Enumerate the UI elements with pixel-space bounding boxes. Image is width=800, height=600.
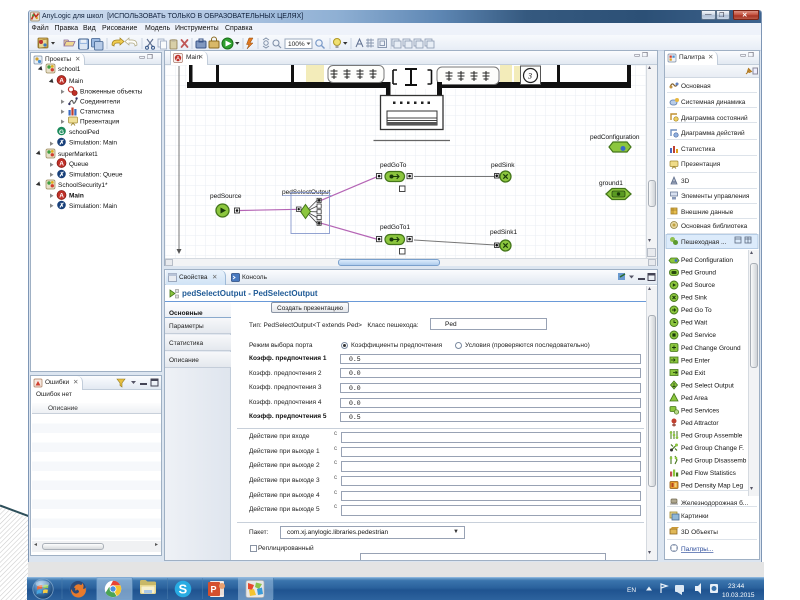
- svg-text:S: S: [179, 582, 188, 597]
- svg-text:Ped Ground: Ped Ground: [681, 270, 716, 277]
- svg-text:school1: school1: [58, 66, 81, 73]
- svg-text:Вложенные объекты: Вложенные объекты: [80, 88, 143, 96]
- svg-text:SchoolSecurity1*: SchoolSecurity1*: [58, 182, 108, 189]
- svg-text:Ped Services: Ped Services: [681, 408, 720, 415]
- svg-text:Пешеходная ...: Пешеходная ...: [681, 239, 727, 246]
- svg-text:Железнодорожная б...: Железнодорожная б...: [681, 499, 748, 507]
- svg-text:P: P: [211, 585, 217, 595]
- svg-text:Ped Select Output: Ped Select Output: [681, 383, 734, 390]
- svg-text:10.03.2015: 10.03.2015: [722, 592, 755, 599]
- svg-text:pedSink: pedSink: [491, 162, 515, 169]
- svg-text:Ped Attractor: Ped Attractor: [681, 420, 719, 427]
- svg-text:Ped Group Assemble: Ped Group Assemble: [681, 433, 743, 440]
- svg-text:Элементы управления: Элементы управления: [681, 193, 750, 200]
- svg-text:Ped Flow Statistics: Ped Flow Statistics: [681, 470, 737, 477]
- svg-text:Ped Exit: Ped Exit: [681, 370, 705, 377]
- svg-text:Ped Density Map Leg: Ped Density Map Leg: [681, 483, 744, 490]
- svg-text:A: A: [59, 78, 64, 85]
- svg-text:pedSource: pedSource: [210, 193, 242, 200]
- svg-text:Simulation: Queue: Simulation: Queue: [69, 172, 123, 179]
- svg-text:Ped Sink: Ped Sink: [681, 295, 708, 302]
- svg-text:EN: EN: [627, 587, 636, 594]
- svg-text:Ped Source: Ped Source: [681, 282, 715, 289]
- svg-text:3D Объекты: 3D Объекты: [681, 528, 718, 536]
- svg-text:Ped Group Change F.: Ped Group Change F.: [681, 445, 744, 452]
- svg-text:Ped Wait: Ped Wait: [681, 320, 707, 327]
- svg-text:Статистика: Статистика: [681, 146, 716, 153]
- svg-text:✗: ✗: [59, 202, 65, 210]
- svg-text:A: A: [59, 161, 64, 168]
- svg-text:A: A: [176, 56, 180, 62]
- svg-text:23:44: 23:44: [728, 583, 745, 590]
- svg-text:Ped Enter: Ped Enter: [681, 358, 711, 365]
- svg-text:Диаграмма состояний: Диаграмма состояний: [681, 114, 748, 122]
- svg-text:3: 3: [527, 72, 532, 81]
- svg-text:✗: ✗: [59, 171, 65, 179]
- svg-text:Диаграмма действий: Диаграмма действий: [681, 129, 745, 137]
- svg-text:Simulation: Main: Simulation: Main: [69, 140, 117, 147]
- svg-text:pedGoTo: pedGoTo: [380, 162, 407, 169]
- svg-text:A: A: [59, 193, 64, 200]
- svg-text:Ped Group Disassemb: Ped Group Disassemb: [681, 458, 747, 465]
- svg-text:Картинки: Картинки: [681, 513, 709, 520]
- svg-text:Системная динамика: Системная динамика: [681, 99, 746, 106]
- svg-text:Соединители: Соединители: [80, 99, 121, 106]
- svg-text:Main: Main: [69, 193, 84, 200]
- svg-text:Simulation: Main: Simulation: Main: [69, 203, 117, 210]
- svg-text:Статистика: Статистика: [80, 109, 115, 116]
- svg-text:Основная библиотека: Основная библиотека: [681, 222, 748, 230]
- svg-text:Палитры...: Палитры...: [681, 546, 714, 553]
- svg-text:schoolPed: schoolPed: [69, 129, 100, 136]
- svg-text:Queue: Queue: [69, 161, 89, 168]
- svg-text:ground1: ground1: [599, 180, 623, 187]
- svg-text:pedConfiguration: pedConfiguration: [590, 134, 640, 141]
- svg-text:Ped Go To: Ped Go To: [681, 307, 712, 314]
- svg-text:Презентация: Презентация: [681, 161, 721, 168]
- svg-text:100%: 100%: [288, 41, 305, 48]
- svg-text:3D: 3D: [681, 178, 690, 185]
- svg-text:Ped Configuration: Ped Configuration: [681, 257, 733, 264]
- svg-text:pedGoTo1: pedGoTo1: [380, 224, 410, 231]
- svg-text:Ped Change Ground: Ped Change Ground: [681, 345, 741, 352]
- svg-text:Презентация: Презентация: [80, 119, 120, 126]
- svg-text:Ped Area: Ped Area: [681, 395, 708, 402]
- svg-text:Основная: Основная: [681, 83, 711, 90]
- svg-text:Внешние данные: Внешние данные: [681, 209, 734, 216]
- svg-text:Ped Service: Ped Service: [681, 332, 716, 339]
- svg-text:✗: ✗: [59, 139, 65, 147]
- svg-text:pedSink1: pedSink1: [490, 229, 517, 236]
- svg-text:Main: Main: [69, 78, 83, 85]
- svg-text:G: G: [59, 129, 64, 136]
- svg-text:superMarket1: superMarket1: [58, 151, 98, 158]
